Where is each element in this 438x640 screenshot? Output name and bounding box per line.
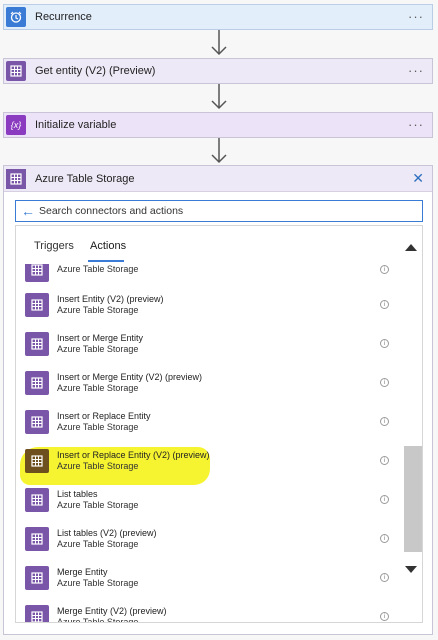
table-storage-icon (25, 331, 49, 356)
info-icon[interactable]: i (380, 417, 389, 426)
action-text: Insert or Replace Entity Azure Table Stor… (57, 411, 151, 433)
action-name: Insert or Replace Entity (57, 410, 151, 421)
action-name: Insert or Replace Entity (V2) (preview) (57, 449, 210, 460)
action-name: List tables (V2) (preview) (57, 527, 157, 538)
info-icon[interactable]: i (380, 495, 389, 504)
action-item[interactable]: Insert or Merge Entity (V2) (preview) Azu… (16, 363, 399, 402)
action-item[interactable]: Insert or Replace Entity Azure Table Stor… (16, 402, 399, 441)
action-text: Insert Entity (V2) (preview) Azure Table … (57, 294, 164, 316)
info-icon[interactable]: i (380, 612, 389, 621)
info-icon[interactable]: i (380, 534, 389, 543)
action-name: List tables (57, 488, 98, 499)
table-storage-icon (6, 168, 26, 189)
get-entity-step[interactable]: Get entity (V2) (Preview) ··· (3, 58, 433, 84)
action-item[interactable]: Insert Entity (V2) (preview) Azure Table … (16, 285, 399, 324)
info-icon[interactable]: i (380, 573, 389, 582)
recurrence-step[interactable]: Recurrence ··· (3, 4, 433, 30)
action-connector: Azure Table Storage (57, 421, 139, 432)
search-box[interactable]: ← (15, 200, 423, 222)
action-item[interactable]: Insert or Replace Entity (V2) (preview) A… (16, 441, 399, 480)
variable-icon-label: {x} (10, 120, 22, 130)
initialize-variable-title: Initialize variable (35, 119, 117, 131)
action-item[interactable]: Merge Entity (V2) (preview) Azure Table S… (16, 597, 399, 623)
table-storage-icon (25, 292, 49, 317)
tab-actions[interactable]: Actions (90, 240, 126, 252)
table-storage-icon (25, 487, 49, 512)
action-name: Insert or Merge Entity (57, 332, 144, 343)
close-icon[interactable]: ✕ (412, 170, 424, 187)
scroll-thumb[interactable] (404, 446, 422, 552)
action-connector: Azure Table Storage (57, 264, 139, 274)
action-text: Insert or Replace Entity (V2) (preview) A… (57, 450, 210, 472)
more-options-icon[interactable]: ··· (408, 10, 424, 23)
action-item[interactable]: List tables (V2) (preview) Azure Table St… (16, 519, 399, 558)
actions-list: Azure Table Storage i Insert Entity (V2) (… (16, 264, 399, 623)
table-storage-icon (25, 409, 49, 434)
action-name: Merge Entity (57, 566, 108, 577)
action-text: List tables Azure Table Storage (57, 489, 138, 511)
flow-arrow-icon (211, 30, 227, 56)
table-storage-icon (25, 370, 49, 395)
action-text: Merge Entity (V2) (preview) Azure Table S… (57, 605, 167, 623)
clock-icon (6, 7, 26, 27)
panel-title: Azure Table Storage (35, 172, 135, 185)
table-storage-icon (25, 604, 49, 622)
tab-triggers[interactable]: Triggers (34, 240, 74, 252)
scroll-down-icon[interactable] (405, 566, 417, 573)
search-input[interactable] (39, 205, 422, 217)
info-icon[interactable]: i (380, 378, 389, 387)
info-icon[interactable]: i (380, 265, 389, 274)
table-storage-icon (6, 61, 26, 81)
tab-bar: Triggers Actions (16, 226, 422, 264)
flow-arrow-icon (211, 84, 227, 110)
action-item[interactable]: List tables Azure Table Storage i (16, 480, 399, 519)
recurrence-title: Recurrence (35, 11, 92, 23)
action-connector: Azure Table Storage (57, 343, 139, 354)
table-storage-icon (25, 565, 49, 590)
action-connector: Azure Table Storage (57, 616, 139, 623)
info-icon[interactable]: i (380, 339, 389, 348)
action-text: Insert or Merge Entity Azure Table Storag… (57, 333, 143, 355)
action-item[interactable]: Merge Entity Azure Table Storage i (16, 558, 399, 597)
action-name: Insert Entity (V2) (preview) (57, 293, 164, 304)
action-text: Insert or Merge Entity (V2) (preview) Azu… (57, 372, 202, 394)
action-text: List tables (V2) (preview) Azure Table St… (57, 528, 157, 550)
action-name: Merge Entity (V2) (preview) (57, 605, 167, 616)
action-name: Insert or Merge Entity (V2) (preview) (57, 371, 203, 382)
action-text: Azure Table Storage (57, 264, 138, 275)
results-pane: Triggers Actions Azure Table Storage i Ins… (15, 225, 423, 623)
panel-header[interactable]: Azure Table Storage ✕ (4, 166, 432, 192)
active-tab-indicator (88, 260, 124, 262)
get-entity-title: Get entity (V2) (Preview) (35, 65, 156, 77)
table-storage-icon (25, 264, 49, 282)
action-item[interactable]: Insert or Merge Entity Azure Table Storag… (16, 324, 399, 363)
info-icon[interactable]: i (380, 300, 389, 309)
scroll-up-icon[interactable] (405, 244, 417, 251)
table-storage-icon (25, 448, 49, 473)
initialize-variable-step[interactable]: {x} Initialize variable ··· (3, 112, 433, 138)
action-connector: Azure Table Storage (57, 304, 139, 315)
more-options-icon[interactable]: ··· (408, 64, 424, 77)
action-text: Merge Entity Azure Table Storage (57, 567, 138, 589)
scrollbar[interactable] (400, 226, 422, 622)
azure-table-storage-panel: Azure Table Storage ✕ ← Triggers Actions… (3, 165, 433, 635)
back-arrow-icon[interactable]: ← (21, 203, 35, 219)
action-connector: Azure Table Storage (57, 538, 139, 549)
action-connector: Azure Table Storage (57, 577, 139, 588)
table-storage-icon (25, 526, 49, 551)
variable-icon: {x} (6, 115, 26, 135)
flow-arrow-icon (211, 138, 227, 164)
more-options-icon[interactable]: ··· (408, 118, 424, 131)
action-connector: Azure Table Storage (57, 460, 139, 471)
action-connector: Azure Table Storage (57, 382, 139, 393)
action-connector: Azure Table Storage (57, 499, 139, 510)
info-icon[interactable]: i (380, 456, 389, 465)
